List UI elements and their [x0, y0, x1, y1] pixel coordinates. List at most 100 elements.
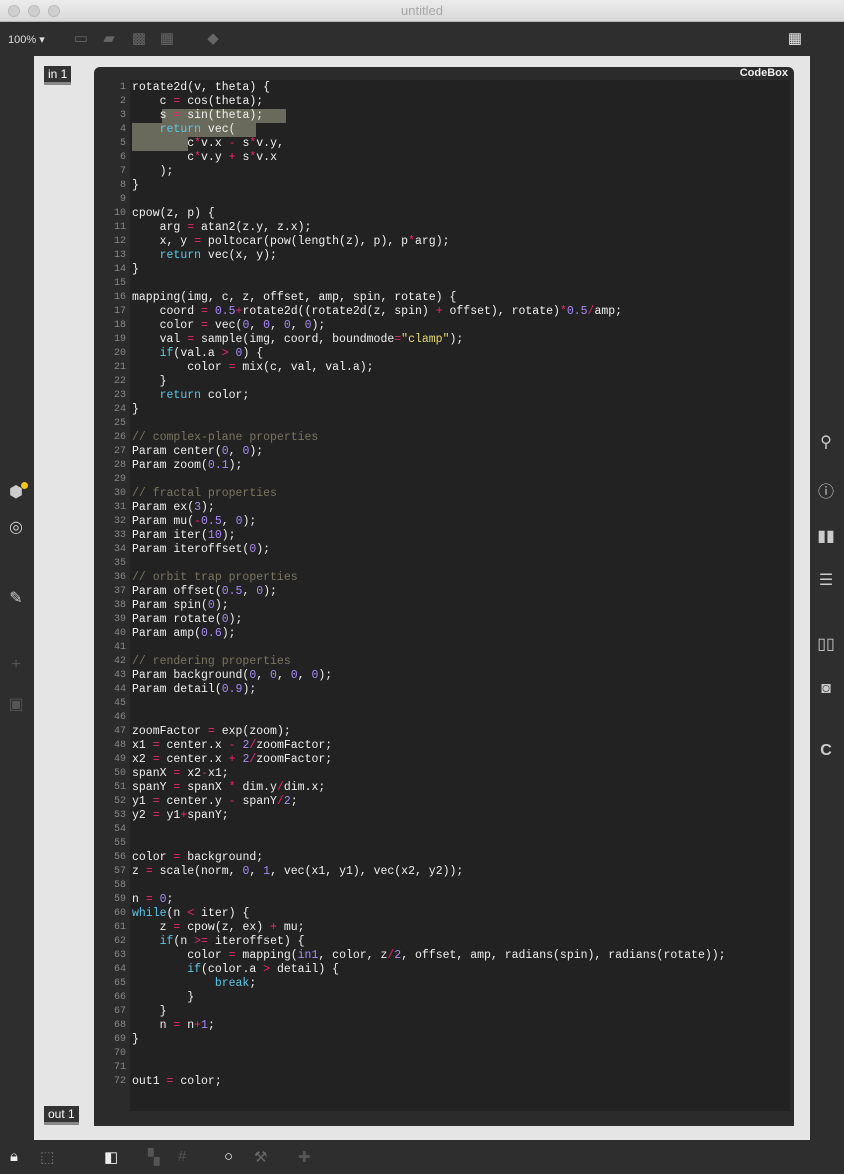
code-line[interactable]: 22 } — [114, 375, 726, 389]
code-line[interactable]: 49 x2 = center.x + 2/zoomFactor; — [114, 753, 726, 767]
refresh-icon[interactable]: ○ — [224, 1148, 233, 1165]
code-line[interactable]: 57 z = scale(norm, 0, 1, vec(x1, y1), vec… — [114, 865, 726, 879]
code-lines[interactable]: 1 rotate2d(v, theta) {2 c = cos(theta); 3 … — [114, 81, 726, 1089]
code-line[interactable]: 68 n = n+1; — [114, 1019, 726, 1033]
close-button[interactable] — [8, 5, 20, 17]
grid-icon[interactable]: ▩ — [130, 30, 148, 48]
package-icon[interactable]: ⬢ — [6, 482, 28, 502]
code-line[interactable]: 5 c*v.x - s*v.y, — [120, 137, 726, 151]
code-line[interactable]: 60 while(n < iter) { — [114, 907, 726, 921]
code-line[interactable]: 27 Param center(0, 0); — [114, 445, 726, 459]
clue-icon[interactable]: C — [816, 742, 836, 760]
code-line[interactable]: 69} — [114, 1033, 726, 1047]
code-line[interactable]: 67 } — [114, 1005, 726, 1019]
code-icon[interactable]: ▦ — [158, 30, 176, 48]
code-line[interactable]: 38 Param spin(0); — [114, 599, 726, 613]
code-line[interactable]: 3 s = sin(theta); — [120, 109, 726, 123]
code-line[interactable]: 24} — [114, 403, 726, 417]
add-icon[interactable]: + — [6, 656, 26, 674]
code-line[interactable]: 23 return color; — [114, 389, 726, 403]
reference-icon[interactable]: ▯▯ — [816, 634, 836, 654]
add-link-icon[interactable]: ✚ — [298, 1148, 311, 1166]
code-line[interactable]: 15 — [114, 277, 726, 291]
codebox-object[interactable]: CodeBox 1 rotate2d(v, theta) {2 c = cos(t… — [94, 67, 794, 1126]
paperclip-icon[interactable]: ✎ — [6, 588, 26, 608]
grid-icon[interactable]: # — [178, 1148, 186, 1165]
grid-off-icon[interactable]: ▚ — [148, 1148, 160, 1166]
code-line[interactable]: 1 rotate2d(v, theta) { — [120, 81, 726, 95]
search-icon[interactable]: ⚲ — [816, 432, 836, 452]
zoom-select[interactable]: 100% ▾ — [8, 33, 45, 46]
code-line[interactable]: 11 arg = atan2(z.y, z.x); — [114, 221, 726, 235]
code-line[interactable]: 36// orbit trap properties — [114, 571, 726, 585]
code-editor[interactable]: 1 rotate2d(v, theta) {2 c = cos(theta); 3 … — [114, 80, 790, 1111]
code-line[interactable]: 70 — [114, 1047, 726, 1061]
window-controls[interactable] — [8, 5, 60, 17]
code-line[interactable]: 43 Param background(0, 0, 0, 0); — [114, 669, 726, 683]
minimize-button[interactable] — [28, 5, 40, 17]
code-line[interactable]: 32 Param mu(-0.5, 0); — [114, 515, 726, 529]
code-line[interactable]: 51 spanY = spanX * dim.y/dim.x; — [114, 781, 726, 795]
patcher-canvas[interactable]: in 1 out 1 CodeBox 1 rotate2d(v, theta) {… — [34, 56, 810, 1140]
new-view-icon[interactable]: ◧ — [104, 1148, 118, 1166]
code-line[interactable]: 63 color = mapping(in1, color, z/2, offs… — [114, 949, 726, 963]
code-line[interactable]: 39 Param rotate(0); — [114, 613, 726, 627]
code-line[interactable]: 72 out1 = color; — [114, 1075, 726, 1089]
code-line[interactable]: 59 n = 0; — [114, 893, 726, 907]
code-line[interactable]: 47 zoomFactor = exp(zoom); — [114, 725, 726, 739]
info-icon[interactable]: ⓘ — [816, 478, 836, 502]
code-line[interactable]: 6 c*v.y + s*v.x — [120, 151, 726, 165]
code-line[interactable]: 61 z = cpow(z, ex) + mu; — [114, 921, 726, 935]
list-icon[interactable]: ☰ — [816, 570, 836, 590]
code-line[interactable]: 34 Param iteroffset(0); — [114, 543, 726, 557]
code-line[interactable]: 46 — [114, 711, 726, 725]
presentation-mode-icon[interactable]: ⬚ — [40, 1148, 54, 1166]
code-line[interactable]: 53 y2 = y1+spanY; — [114, 809, 726, 823]
comment-icon[interactable]: ▰ — [100, 30, 118, 48]
code-line[interactable]: 31 Param ex(3); — [114, 501, 726, 515]
zoom-button[interactable] — [48, 5, 60, 17]
code-line[interactable]: 58 — [114, 879, 726, 893]
code-line[interactable]: 9 — [120, 193, 726, 207]
code-line[interactable]: 35 — [114, 557, 726, 571]
code-line[interactable]: 28 Param zoom(0.1); — [114, 459, 726, 473]
code-line[interactable]: 50 spanX = x2-x1; — [114, 767, 726, 781]
code-line[interactable]: 30// fractal properties — [114, 487, 726, 501]
code-line[interactable]: 16 mapping(img, c, z, offset, amp, spin, … — [114, 291, 726, 305]
code-line[interactable]: 56 color = background; — [114, 851, 726, 865]
lock-icon[interactable]: 🔒︎ — [10, 1148, 18, 1165]
code-line[interactable]: 20 if(val.a > 0) { — [114, 347, 726, 361]
mixer-icon[interactable]: ▣ — [6, 694, 26, 714]
code-line[interactable]: 12 x, y = poltocar(pow(length(z), p), p*… — [114, 235, 726, 249]
code-line[interactable]: 44 Param detail(0.9); — [114, 683, 726, 697]
target-icon[interactable]: ◎ — [6, 517, 26, 537]
code-line[interactable]: 2 c = cos(theta); — [120, 95, 726, 109]
debug-icon[interactable]: ⚒ — [254, 1148, 267, 1166]
inlet-port[interactable]: in 1 — [44, 66, 72, 85]
code-line[interactable]: 41 — [114, 641, 726, 655]
code-line[interactable]: 7 ); — [120, 165, 726, 179]
code-line[interactable]: 26// complex-plane properties — [114, 431, 726, 445]
code-line[interactable]: 8} — [120, 179, 726, 193]
code-line[interactable]: 55 — [114, 837, 726, 851]
code-line[interactable]: 45 — [114, 697, 726, 711]
code-line[interactable]: 52 y1 = center.y - spanY/2; — [114, 795, 726, 809]
code-line[interactable]: 25 — [114, 417, 726, 431]
code-line[interactable]: 33 Param iter(10); — [114, 529, 726, 543]
code-line[interactable]: 4 return vec( — [120, 123, 726, 137]
code-line[interactable]: 62 if(n >= iteroffset) { — [114, 935, 726, 949]
code-line[interactable]: 19 val = sample(img, coord, boundmode="c… — [114, 333, 726, 347]
code-line[interactable]: 14} — [114, 263, 726, 277]
code-line[interactable]: 40 Param amp(0.6); — [114, 627, 726, 641]
code-line[interactable]: 29 — [114, 473, 726, 487]
code-line[interactable]: 66 } — [114, 991, 726, 1005]
code-line[interactable]: 64 if(color.a > detail) { — [114, 963, 726, 977]
code-line[interactable]: 21 color = mix(c, val, val.a); — [114, 361, 726, 375]
paint-bucket-icon[interactable]: ◆ — [204, 30, 222, 48]
patcher-menu-icon[interactable]: ▦ — [786, 30, 804, 48]
code-line[interactable]: 42// rendering properties — [114, 655, 726, 669]
code-line[interactable]: 17 coord = 0.5+rotate2d((rotate2d(z, spi… — [114, 305, 726, 319]
presentation-icon[interactable]: ▭ — [72, 30, 90, 48]
code-line[interactable]: 65 break; — [114, 977, 726, 991]
code-line[interactable]: 54 — [114, 823, 726, 837]
